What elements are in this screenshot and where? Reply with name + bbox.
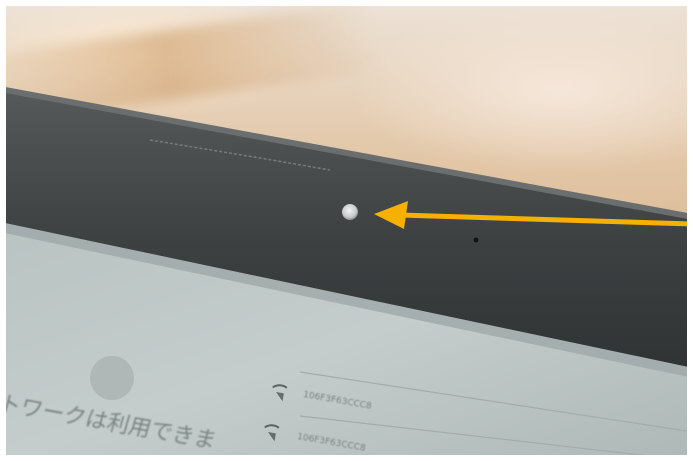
webcam-icon: [342, 204, 358, 220]
profile-blob: [90, 356, 134, 400]
photo: トワークは利用できま 106F3F63CCC8 106F3F63CCC8: [0, 0, 693, 461]
laptop-scene: [0, 86, 693, 461]
sensor-dot-icon: [473, 237, 479, 243]
